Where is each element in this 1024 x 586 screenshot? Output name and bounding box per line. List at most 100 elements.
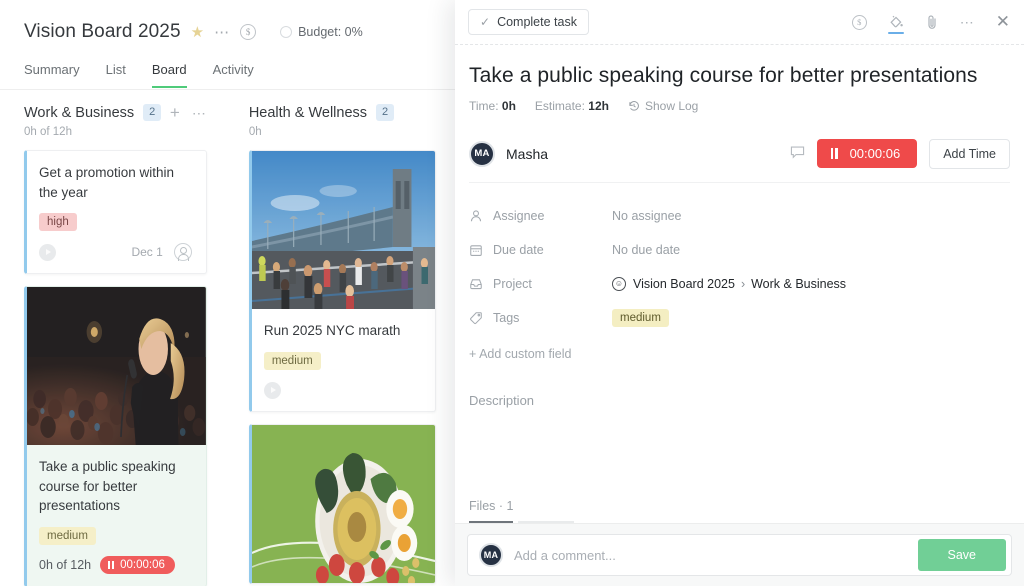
close-icon[interactable]: ✕ bbox=[996, 12, 1010, 32]
task-timer-button[interactable]: 00:00:06 bbox=[816, 139, 918, 169]
card-tag[interactable]: medium bbox=[39, 526, 96, 545]
panel-tool-icons: $ ⋯ ✕ bbox=[851, 12, 1010, 34]
tab-activity[interactable]: Activity bbox=[213, 62, 254, 88]
save-button[interactable]: Save bbox=[917, 539, 1006, 571]
card-meta-row: 0h of 12h 00:00:06 bbox=[39, 555, 192, 574]
card-title: Get a promotion within the year bbox=[39, 165, 175, 200]
field-row-due-date[interactable]: Due date No due date bbox=[469, 233, 1010, 267]
tab-files[interactable]: Files · 1 bbox=[469, 499, 514, 523]
show-log-button[interactable]: Show Log bbox=[628, 99, 698, 113]
pause-icon bbox=[830, 148, 838, 160]
task-time-summary: Time: 0h Estimate: 12h Show Log bbox=[469, 99, 1010, 113]
column-header: Health & Wellness 2 bbox=[249, 104, 436, 121]
field-label-tags: Tags bbox=[469, 311, 612, 325]
start-timer-icon[interactable] bbox=[263, 381, 281, 399]
field-label-project: Project bbox=[469, 277, 612, 291]
description-label[interactable]: Description bbox=[469, 393, 1010, 408]
board-area: Vision Board 2025 ★ ⋯ $ Budget: 0% Summa… bbox=[0, 0, 460, 586]
card-tag[interactable]: high bbox=[39, 213, 77, 232]
dollar-circle-icon[interactable]: $ bbox=[240, 24, 257, 40]
panel-files-tabs: Files · 1 bbox=[455, 497, 1024, 523]
task-card-promotion[interactable]: Get a promotion within the year high Dec… bbox=[24, 150, 207, 275]
panel-toolbar: ✓ Complete task $ ⋯ ✕ bbox=[455, 0, 1024, 45]
column-title: Work & Business bbox=[24, 104, 135, 121]
task-card-nyc-marathon[interactable]: Run 2025 NYC marath medium bbox=[248, 150, 436, 412]
comment-bar: MA Save bbox=[455, 523, 1024, 586]
paint-bucket-icon[interactable] bbox=[887, 14, 904, 34]
card-title: Run 2025 NYC marath bbox=[263, 323, 401, 338]
tag-icon bbox=[469, 312, 482, 325]
start-timer-icon[interactable] bbox=[39, 243, 56, 261]
tab-board[interactable]: Board bbox=[151, 62, 187, 88]
field-label-text: Project bbox=[493, 277, 532, 292]
field-value-project[interactable]: ☺ Vision Board 2025 › Work & Business bbox=[612, 277, 846, 292]
add-time-button[interactable]: Add Time bbox=[929, 138, 1010, 169]
complete-task-button[interactable]: ✓ Complete task bbox=[468, 9, 589, 35]
time-label: Time: bbox=[469, 99, 499, 114]
card-body: Get a promotion within the year high Dec… bbox=[27, 151, 206, 273]
add-custom-field-button[interactable]: + Add custom field bbox=[469, 347, 1010, 361]
field-row-assignee[interactable]: Assignee No assignee bbox=[469, 199, 1010, 233]
column-count-badge: 2 bbox=[376, 104, 395, 121]
comment-input[interactable] bbox=[514, 547, 918, 563]
project-title-row: Vision Board 2025 ★ ⋯ $ Budget: 0% bbox=[24, 16, 460, 48]
task-timer-value: 00:00:06 bbox=[849, 146, 901, 162]
task-title: Take a public speaking course for better… bbox=[469, 64, 978, 87]
dollar-circle-icon[interactable]: $ bbox=[851, 14, 867, 30]
paint-bucket-color-underline bbox=[887, 31, 904, 34]
card-image-marathon bbox=[251, 151, 435, 309]
project-more-icon[interactable]: ⋯ bbox=[214, 25, 230, 40]
field-row-project[interactable]: Project ☺ Vision Board 2025 › Work & Bus… bbox=[469, 267, 1010, 301]
smiley-icon: ☺ bbox=[612, 277, 626, 292]
column-more-icon[interactable]: ⋯ bbox=[192, 106, 207, 120]
field-value-assignee[interactable]: No assignee bbox=[612, 209, 682, 223]
board-columns: Work & Business 2 + ⋯ 0h of 12h Get a pr… bbox=[0, 90, 460, 586]
field-label-text: Due date bbox=[493, 243, 544, 258]
project-crumb-root: Vision Board 2025 bbox=[633, 277, 735, 292]
card-image-salad-bowl bbox=[251, 424, 435, 583]
card-title: Take a public speaking course for better… bbox=[39, 459, 176, 514]
budget-indicator[interactable]: Budget: 0% bbox=[280, 25, 363, 39]
comment-icon[interactable] bbox=[790, 145, 805, 162]
field-row-tags[interactable]: Tags medium bbox=[469, 301, 1010, 335]
more-icon[interactable]: ⋯ bbox=[960, 14, 975, 31]
field-label-text: Assignee bbox=[493, 209, 545, 224]
field-label-due-date: Due date bbox=[469, 243, 612, 257]
card-tag[interactable]: medium bbox=[263, 351, 321, 370]
column-time-total: 0h bbox=[248, 126, 262, 138]
field-label-text: Tags bbox=[493, 311, 520, 326]
task-card-public-speaking[interactable]: Take a public speaking course for better… bbox=[24, 286, 207, 586]
column-count-badge: 2 bbox=[143, 104, 162, 121]
breadcrumb-separator: › bbox=[740, 277, 746, 292]
project-header: Vision Board 2025 ★ ⋯ $ Budget: 0% Summa… bbox=[0, 0, 460, 90]
card-due-date: Dec 1 bbox=[131, 245, 163, 260]
complete-task-label: Complete task bbox=[497, 15, 577, 29]
card-timer-pill[interactable]: 00:00:06 bbox=[100, 555, 175, 574]
task-fields: Assignee No assignee Due date No due dat… bbox=[469, 199, 1010, 361]
estimate-label: Estimate: bbox=[534, 99, 585, 114]
attachment-icon[interactable] bbox=[925, 14, 939, 30]
check-icon: ✓ bbox=[480, 15, 491, 29]
field-value-tags: medium bbox=[612, 309, 669, 328]
task-owner-row: MA Masha 00:00:06 Add Time bbox=[469, 125, 1010, 184]
field-label-assignee: Assignee bbox=[469, 209, 612, 223]
owner-row-actions: 00:00:06 Add Time bbox=[790, 138, 1010, 169]
card-list: Run 2025 NYC marath medium bbox=[248, 150, 436, 584]
card-footer bbox=[263, 381, 421, 399]
assignee-avatar-icon[interactable] bbox=[173, 243, 192, 262]
page-title: Vision Board 2025 bbox=[24, 21, 181, 42]
field-value-due-date[interactable]: No due date bbox=[612, 243, 680, 257]
column-time-total: 0h of 12h bbox=[24, 126, 72, 138]
comment-box[interactable]: MA Save bbox=[467, 534, 1012, 576]
owner-name: Masha bbox=[506, 145, 549, 162]
star-icon[interactable]: ★ bbox=[191, 25, 204, 40]
card-timer-value: 00:00:06 bbox=[120, 558, 165, 571]
tab-list[interactable]: List bbox=[106, 62, 126, 88]
card-image-public-speaker bbox=[27, 287, 206, 446]
add-card-icon[interactable]: + bbox=[170, 104, 180, 121]
tab-summary[interactable]: Summary bbox=[24, 62, 80, 88]
task-card-healthy-food[interactable] bbox=[248, 423, 436, 584]
board-column-work-business: Work & Business 2 + ⋯ 0h of 12h Get a pr… bbox=[0, 90, 231, 586]
tag-chip-medium[interactable]: medium bbox=[612, 309, 669, 328]
avatar[interactable]: MA bbox=[469, 140, 495, 167]
